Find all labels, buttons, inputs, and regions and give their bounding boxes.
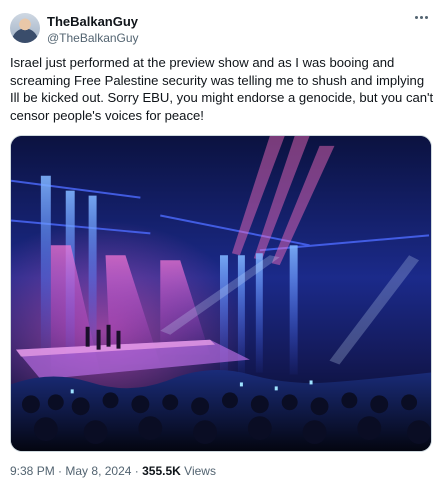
tweet-text: Israel just performed at the preview sho… [10,55,434,123]
avatar[interactable] [10,13,40,43]
tweet-date[interactable]: May 8, 2024 [65,464,131,478]
meta-separator: · [58,464,63,478]
views-label: Views [184,464,216,478]
meta-separator: · [134,464,139,478]
more-dots-icon[interactable] [410,9,432,25]
tweet-time[interactable]: 9:38 PM [10,464,55,478]
concert-photo [11,136,431,451]
tweet-card: TheBalkanGuy @TheBalkanGuy Israel just p… [0,0,442,483]
tweet-photo[interactable] [10,135,432,452]
tweet-meta: 9:38 PM · May 8, 2024 · 355.5K Views [10,464,216,478]
display-name[interactable]: TheBalkanGuy [47,14,138,29]
views-count: 355.5K [142,464,181,478]
user-handle[interactable]: @TheBalkanGuy [47,31,139,45]
